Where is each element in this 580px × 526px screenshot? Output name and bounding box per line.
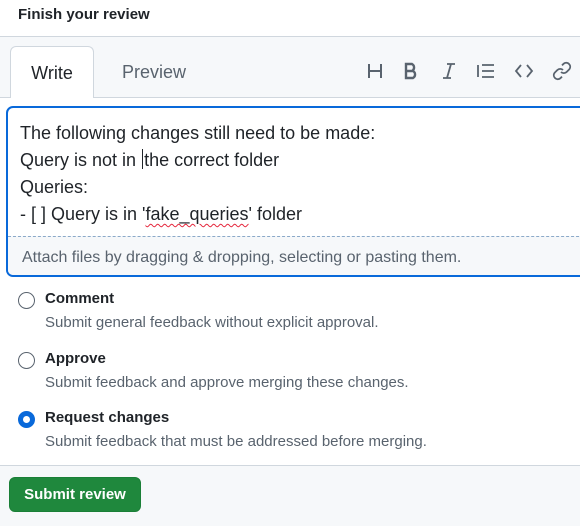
- misspelled-word: fake_queries: [145, 204, 249, 224]
- option-label: Comment: [45, 290, 115, 307]
- editor-line: Queries:: [20, 177, 89, 197]
- italic-icon[interactable]: [437, 59, 461, 83]
- editor-line: The following changes still need to be m…: [20, 123, 376, 143]
- review-title: Finish your review: [18, 6, 150, 23]
- heading-icon[interactable]: [363, 59, 387, 83]
- radio-approve[interactable]: [18, 352, 35, 369]
- option-description: Submit feedback that must be addressed b…: [45, 433, 427, 450]
- radio-request-changes[interactable]: [18, 411, 35, 428]
- radio-comment[interactable]: [18, 292, 35, 309]
- option-description: Submit feedback and approve merging thes…: [45, 374, 409, 391]
- comment-textarea[interactable]: The following changes still need to be m…: [20, 120, 580, 232]
- editor-tabbar: Write Preview: [0, 36, 580, 98]
- text-caret: [142, 149, 144, 169]
- comment-editor[interactable]: The following changes still need to be m…: [6, 106, 580, 277]
- quote-list-icon[interactable]: [474, 59, 498, 83]
- editor-line: Query is not in the correct folder: [20, 149, 280, 170]
- tab-write[interactable]: Write: [10, 46, 94, 98]
- submit-review-button[interactable]: Submit review: [9, 477, 141, 512]
- editor-line: - [ ] Query is in 'fake_queries' folder: [20, 204, 303, 224]
- code-icon[interactable]: [512, 59, 536, 83]
- tab-preview[interactable]: Preview: [106, 46, 202, 98]
- link-icon[interactable]: [550, 59, 574, 83]
- option-label: Approve: [45, 350, 106, 367]
- bold-icon[interactable]: [399, 59, 423, 83]
- option-description: Submit general feedback without explicit…: [45, 314, 379, 331]
- option-label: Request changes: [45, 409, 170, 426]
- attach-files-hint[interactable]: Attach files by dragging & dropping, sel…: [8, 236, 580, 275]
- review-footer: Submit review: [0, 465, 580, 526]
